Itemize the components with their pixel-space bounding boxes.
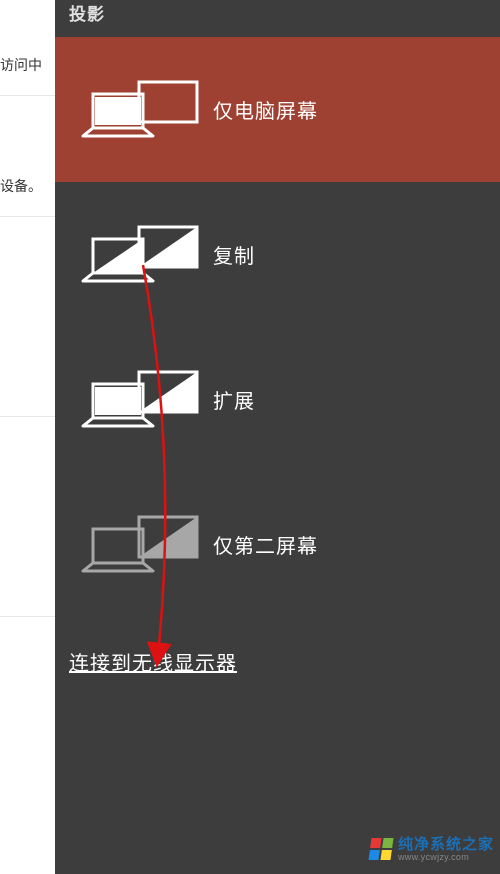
option-extend[interactable]: 扩展: [55, 327, 500, 472]
option-label: 扩展: [213, 385, 255, 414]
panel-title: 投影: [55, 0, 500, 37]
connect-wireless-display-link[interactable]: 连接到无线显示器: [55, 617, 500, 676]
watermark-logo-icon: [368, 838, 393, 860]
option-label: 仅电脑屏幕: [213, 95, 318, 124]
option-label: 仅第二屏幕: [213, 530, 318, 559]
second-only-icon: [73, 513, 201, 577]
option-second-screen-only[interactable]: 仅第二屏幕: [55, 472, 500, 617]
option-label: 复制: [213, 240, 255, 269]
watermark-url: www.ycwjzy.com: [398, 853, 494, 862]
option-pc-screen-only[interactable]: 仅电脑屏幕: [55, 37, 500, 182]
watermark-text: 纯净系统之家: [398, 837, 494, 853]
extend-icon: [73, 368, 201, 432]
project-panel: 投影 仅电脑屏幕 复制: [55, 0, 500, 874]
duplicate-icon: [73, 223, 201, 287]
option-duplicate[interactable]: 复制: [55, 182, 500, 327]
pc-only-icon: [73, 78, 201, 142]
watermark: 纯净系统之家 www.ycwjzy.com: [370, 837, 494, 862]
